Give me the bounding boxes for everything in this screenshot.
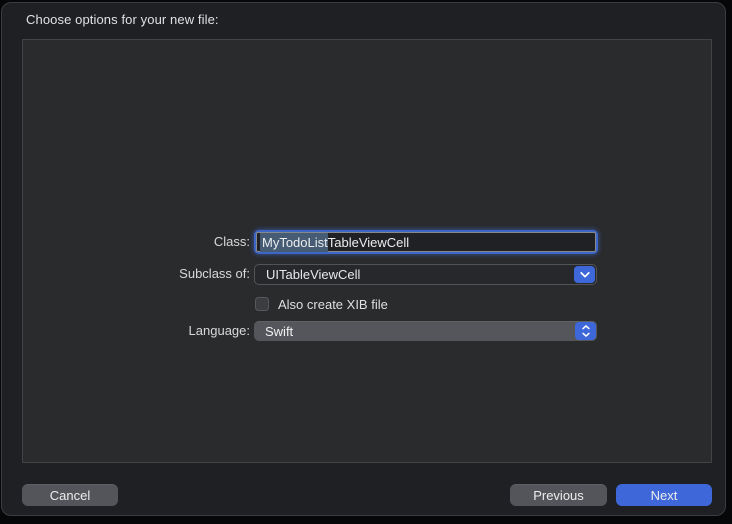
previous-button[interactable]: Previous — [510, 484, 607, 506]
language-dropdown-button[interactable] — [575, 322, 596, 340]
chevron-down-icon — [579, 271, 590, 278]
language-row: Language: Swift — [23, 321, 711, 341]
options-panel: Class: MyTodoList TableViewCell Subclass … — [22, 39, 712, 463]
cancel-button[interactable]: Cancel — [22, 484, 118, 506]
subclass-label: Subclass of: — [179, 266, 250, 281]
next-button[interactable]: Next — [616, 484, 712, 506]
class-input-unselected-text: TableViewCell — [327, 234, 410, 250]
subclass-combobox[interactable]: UITableViewCell — [254, 264, 597, 285]
subclass-row: Subclass of: UITableViewCell — [23, 264, 711, 285]
xib-checkbox-label[interactable]: Also create XIB file — [278, 296, 388, 313]
xib-checkbox[interactable] — [255, 297, 269, 311]
xib-row: Also create XIB file — [23, 296, 711, 314]
class-input-selected-text: MyTodoList — [260, 232, 328, 252]
screen-background: Choose options for your new file: Class:… — [0, 0, 732, 524]
language-value: Swift — [265, 323, 294, 339]
subclass-value: UITableViewCell — [266, 267, 361, 282]
new-file-options-dialog: Choose options for your new file: Class:… — [1, 2, 726, 516]
class-label: Class: — [213, 234, 250, 249]
class-field-focus-ring: MyTodoList TableViewCell — [254, 230, 598, 254]
language-select[interactable]: Swift — [254, 321, 597, 341]
chevron-up-down-icon — [581, 325, 590, 337]
class-row: Class: MyTodoList TableViewCell — [23, 230, 711, 254]
language-label: Language: — [188, 323, 250, 338]
subclass-dropdown-button[interactable] — [574, 266, 595, 283]
dialog-title: Choose options for your new file: — [26, 12, 219, 27]
class-input[interactable]: MyTodoList TableViewCell — [256, 232, 596, 252]
